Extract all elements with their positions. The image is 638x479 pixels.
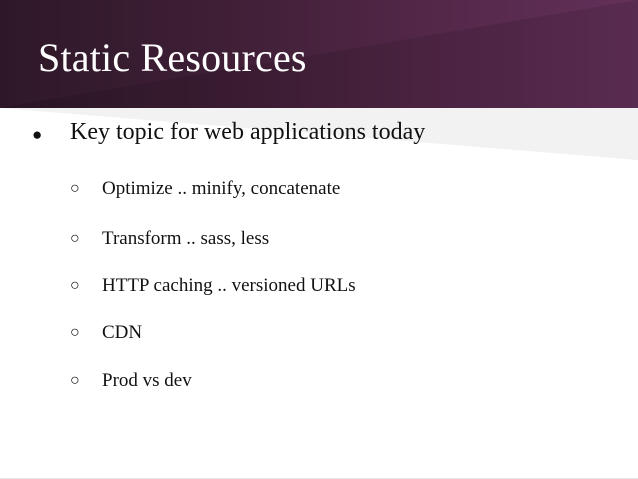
sub-bullet-text: Prod vs dev	[102, 370, 192, 391]
bullet-text: Key topic for web applications today	[70, 119, 426, 145]
sub-bullet-marker: ○	[70, 180, 80, 197]
bullet-list: ● Key topic for web applications today ○…	[0, 0, 638, 479]
sub-bullet-marker: ○	[70, 277, 80, 294]
bullet-marker: ●	[32, 125, 43, 144]
sub-bullet-marker: ○	[70, 324, 80, 341]
sub-bullet-text: Transform .. sass, less	[102, 228, 270, 249]
sub-bullet-text: Optimize .. minify, concatenate	[102, 178, 341, 199]
sub-bullet-text: HTTP caching .. versioned URLs	[102, 275, 356, 296]
sub-bullet-marker: ○	[70, 372, 80, 389]
sub-bullet-marker: ○	[70, 230, 80, 247]
slide: Static Resources ● Key topic for web app…	[0, 0, 638, 479]
sub-bullet-text: CDN	[102, 322, 143, 343]
